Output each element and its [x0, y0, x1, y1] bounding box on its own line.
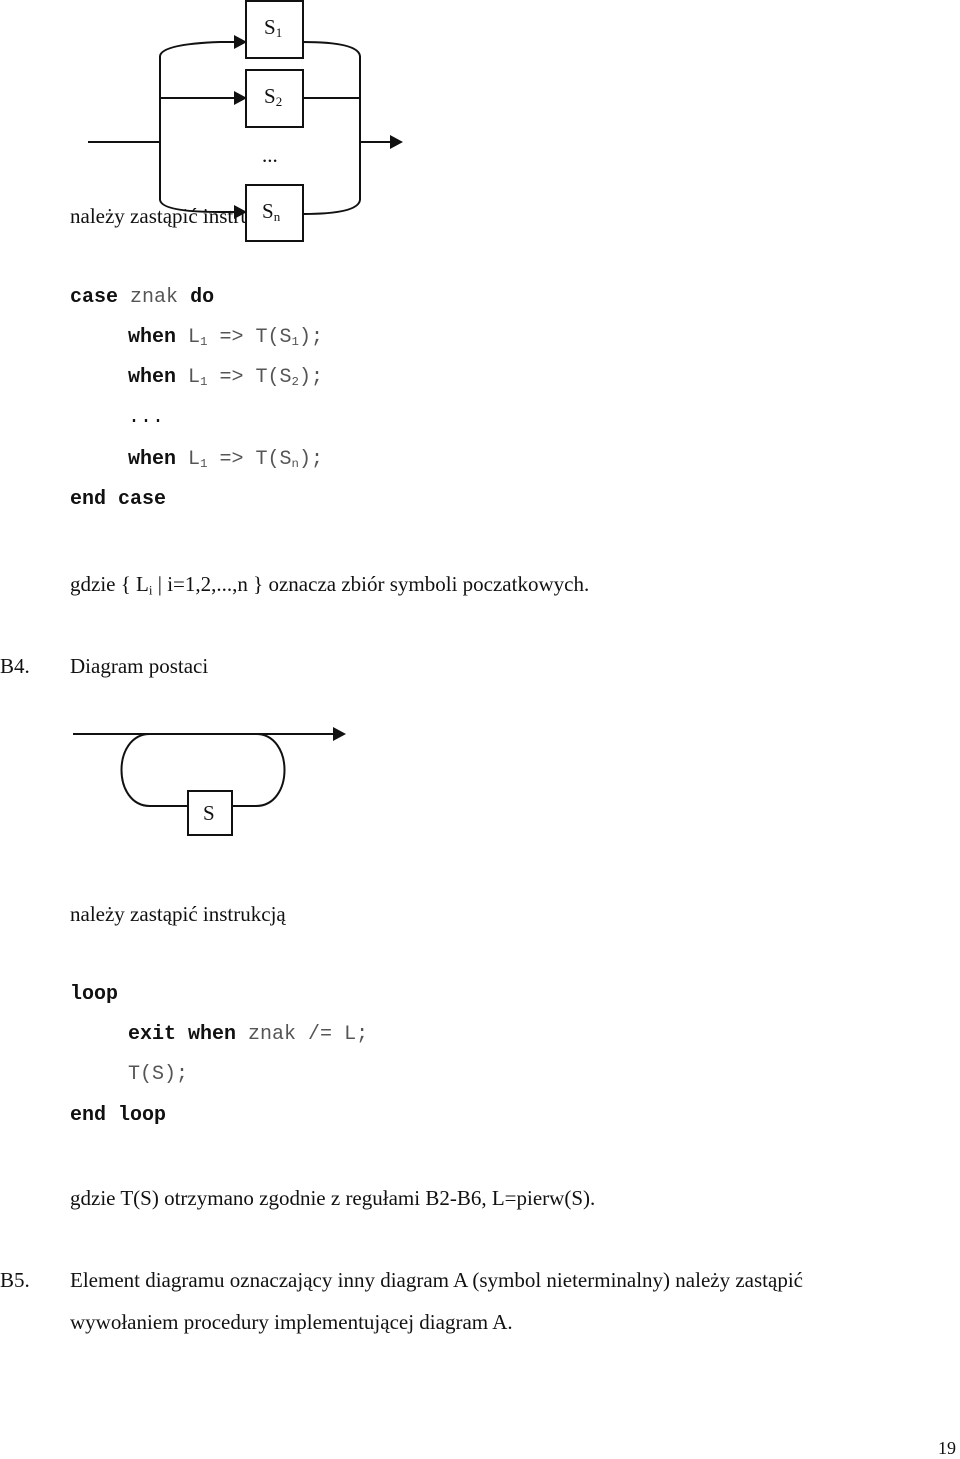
loop-left-curve — [120, 733, 188, 807]
b4-note: gdzie T(S) otrzymano zgodnie z regułami … — [70, 1186, 596, 1210]
code-keyword: exit when — [128, 1023, 237, 1046]
loop-right-curve — [233, 733, 286, 807]
replace-instruction-text: należy zastąpić instrukcją — [70, 902, 286, 926]
code-end-loop: end loop — [70, 1104, 167, 1127]
loop-box-label: S — [203, 801, 215, 825]
b5-text-line2: wywołaniem procedury implementującej dia… — [70, 1310, 513, 1334]
page-number: 19 — [938, 1438, 956, 1458]
b5-text-line1: Element diagramu oznaczający inny diagra… — [70, 1268, 803, 1292]
loop-diagram: S — [73, 727, 346, 836]
section-label-b5: B5. — [0, 1268, 30, 1292]
arrow-right-icon — [333, 727, 346, 741]
code-identifier: znak /= L; — [248, 1023, 369, 1046]
code-loop: loop — [70, 983, 119, 1006]
code-body: T(S); — [128, 1063, 189, 1086]
code-exit-line: exit when znak /= L; — [128, 1023, 368, 1046]
